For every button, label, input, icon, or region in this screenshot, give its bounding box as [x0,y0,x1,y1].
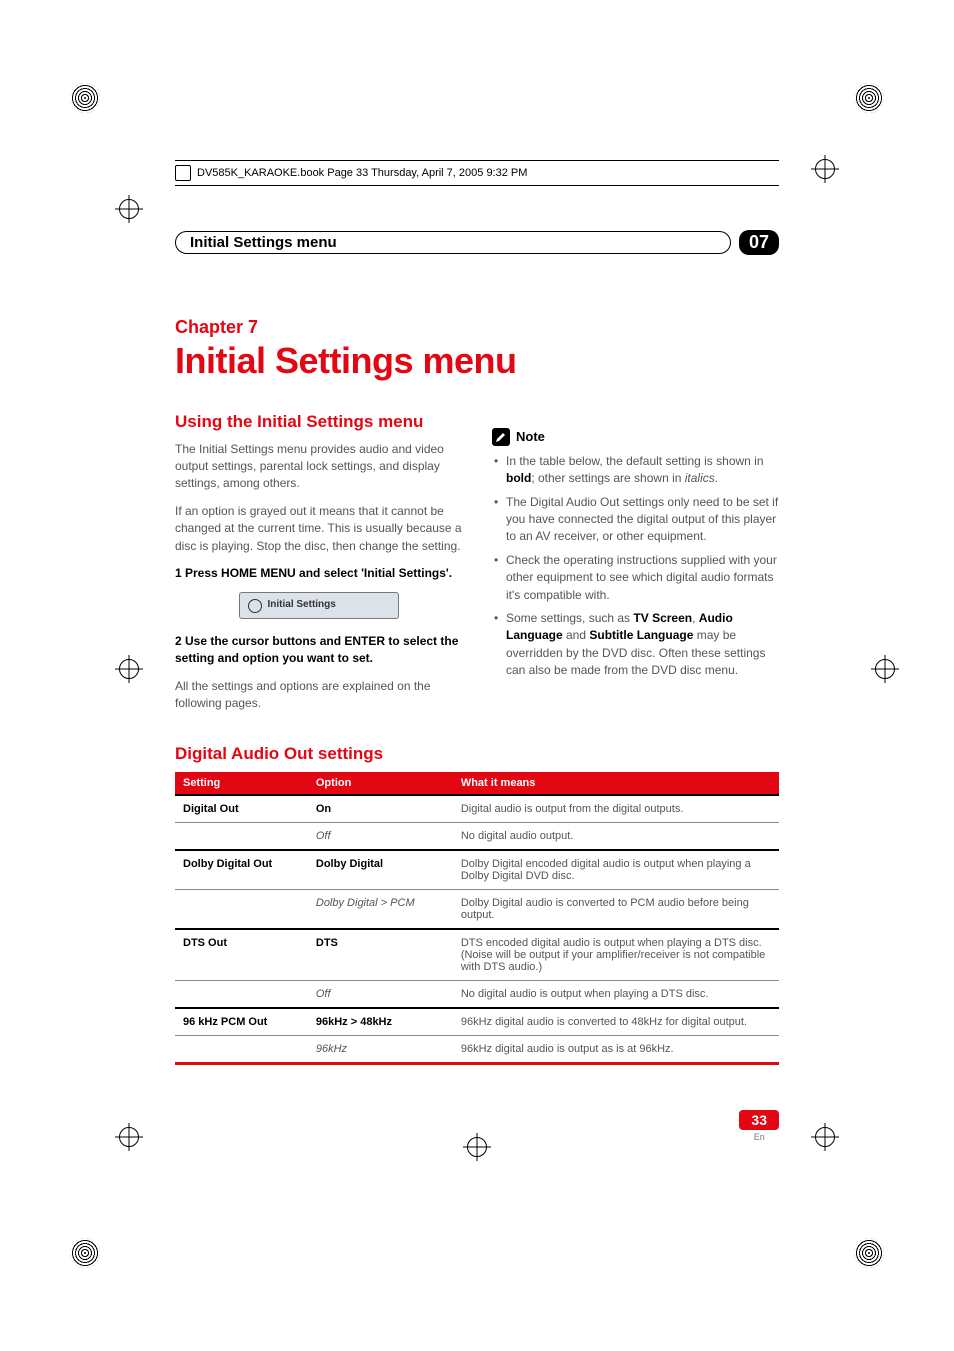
left-column: Using the Initial Settings menu The Init… [175,410,462,722]
cell-option: Dolby Digital > PCM [308,890,453,930]
table-row: 96 kHz PCM Out 96kHz > 48kHz 96kHz digit… [175,1008,779,1036]
page-lang: En [739,1132,779,1142]
cell-desc: 96kHz digital audio is output as is at 9… [453,1036,779,1064]
settings-table: Setting Option What it means Digital Out… [175,772,779,1065]
explained-paragraph: All the settings and options are explain… [175,678,462,713]
note-bullet-3: Check the operating instructions supplie… [492,552,779,604]
note-bullets: In the table below, the default setting … [492,453,779,680]
chapter-title: Initial Settings menu [175,340,779,382]
registration-mark [70,83,100,113]
registration-mark [854,1238,884,1268]
crosshair-mark [811,155,839,183]
pencil-icon [492,428,510,446]
cell-setting [175,981,308,1009]
note-bullet-2: The Digital Audio Out settings only need… [492,494,779,546]
cell-option: DTS [308,929,453,981]
table-row: Off No digital audio output. [175,823,779,851]
crosshair-mark [871,655,899,683]
note-header: Note [492,428,779,447]
cell-desc: 96kHz digital audio is converted to 48kH… [453,1008,779,1036]
crosshair-mark [115,1123,143,1151]
col-meaning: What it means [453,772,779,795]
cell-desc: Digital audio is output from the digital… [453,795,779,823]
cell-option: 96kHz [308,1036,453,1064]
initial-settings-label: Initial Settings [268,598,336,613]
registration-mark [70,1238,100,1268]
page-number: 33 [739,1110,779,1130]
cell-desc: Dolby Digital audio is converted to PCM … [453,890,779,930]
book-header-text: DV585K_KARAOKE.book Page 33 Thursday, Ap… [197,167,527,179]
cell-option: Off [308,823,453,851]
cell-option: Dolby Digital [308,850,453,890]
right-column: Note In the table below, the default set… [492,410,779,722]
book-icon [175,165,191,181]
table-header-row: Setting Option What it means [175,772,779,795]
step-2: 2 Use the cursor buttons and ENTER to se… [175,633,462,668]
initial-settings-box: Initial Settings [239,592,399,619]
cell-setting [175,1036,308,1064]
table-row: 96kHz 96kHz digital audio is output as i… [175,1036,779,1064]
step-1: 1 Press HOME MENU and select 'Initial Se… [175,565,462,582]
cell-setting [175,890,308,930]
note-bullet-1: In the table below, the default setting … [492,453,779,488]
cell-desc: No digital audio is output when playing … [453,981,779,1009]
crosshair-mark [463,1133,491,1161]
page-content: Initial Settings menu 07 Chapter 7 Initi… [175,230,779,1065]
table-row: Dolby Digital Out Dolby Digital Dolby Di… [175,850,779,890]
cell-desc: Dolby Digital encoded digital audio is o… [453,850,779,890]
cell-option: On [308,795,453,823]
crosshair-mark [811,1123,839,1151]
note-label: Note [516,428,545,447]
digital-audio-heading: Digital Audio Out settings [175,744,779,764]
chapter-label: Chapter 7 [175,317,779,338]
table-row: Digital Out On Digital audio is output f… [175,795,779,823]
table-row: Dolby Digital > PCM Dolby Digital audio … [175,890,779,930]
disc-icon [248,599,262,613]
intro-paragraph: The Initial Settings menu provides audio… [175,441,462,493]
book-header: DV585K_KARAOKE.book Page 33 Thursday, Ap… [175,160,779,186]
registration-mark [854,83,884,113]
cell-option: 96kHz > 48kHz [308,1008,453,1036]
grayed-paragraph: If an option is grayed out it means that… [175,503,462,555]
cell-setting: DTS Out [175,929,308,981]
cell-desc: DTS encoded digital audio is output when… [453,929,779,981]
cell-desc: No digital audio output. [453,823,779,851]
table-row: Off No digital audio is output when play… [175,981,779,1009]
crosshair-mark [115,655,143,683]
note-bullet-4: Some settings, such as TV Screen, Audio … [492,610,779,680]
col-option: Option [308,772,453,795]
table-row: DTS Out DTS DTS encoded digital audio is… [175,929,779,981]
cell-setting: Dolby Digital Out [175,850,308,890]
section-title: Initial Settings menu [175,231,731,254]
crosshair-mark [115,195,143,223]
page-number-block: 33 En [739,1110,779,1142]
table-body: Digital Out On Digital audio is output f… [175,795,779,1064]
cell-setting [175,823,308,851]
cell-setting: Digital Out [175,795,308,823]
col-setting: Setting [175,772,308,795]
section-header: Initial Settings menu 07 [175,230,779,255]
cell-option: Off [308,981,453,1009]
cell-setting: 96 kHz PCM Out [175,1008,308,1036]
using-heading: Using the Initial Settings menu [175,410,462,435]
section-badge: 07 [739,230,779,255]
